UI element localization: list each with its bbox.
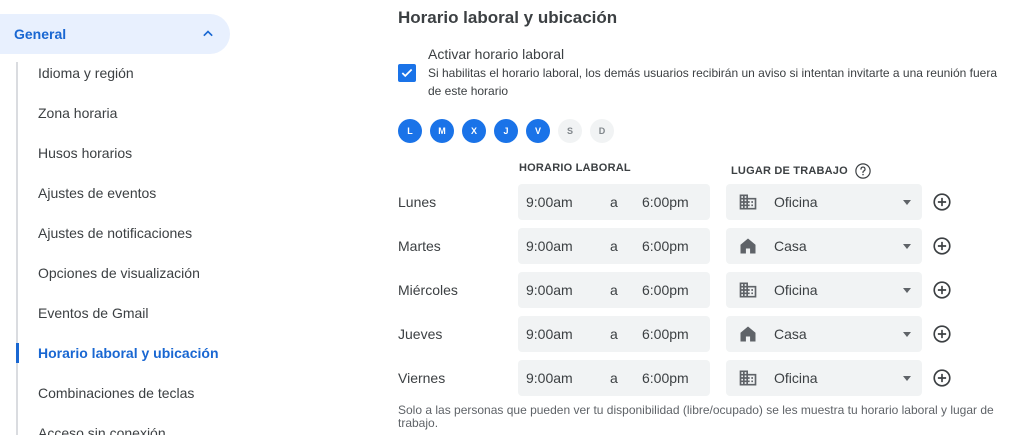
hours-field: 9:00am a 6:00pm: [518, 228, 710, 264]
office-building-icon: [739, 194, 757, 210]
location-select[interactable]: Oficina: [726, 272, 922, 308]
day-toggle-monday[interactable]: L: [398, 119, 422, 143]
sidebar-item-husos-horarios[interactable]: Husos horarios: [16, 133, 230, 173]
place-column-header-label: LUGAR DE TRABAJO: [731, 165, 848, 177]
chevron-up-icon: [203, 30, 213, 37]
dropdown-arrow-icon: [903, 376, 911, 381]
day-toggle-saturday[interactable]: S: [558, 119, 582, 143]
row-day-name: Viernes: [398, 370, 446, 386]
start-time-selector[interactable]: 9:00am: [526, 360, 573, 396]
end-time-selector[interactable]: 6:00pm: [642, 360, 689, 396]
add-location-button[interactable]: [931, 279, 953, 301]
help-icon[interactable]: [854, 162, 872, 180]
row-day-name: Martes: [398, 238, 441, 254]
hours-field: 9:00am a 6:00pm: [518, 360, 710, 396]
row-day-name: Lunes: [398, 194, 437, 210]
start-time-selector[interactable]: 9:00am: [526, 272, 573, 308]
location-select[interactable]: Casa: [726, 228, 922, 264]
location-select[interactable]: Oficina: [726, 184, 922, 220]
start-time-selector[interactable]: 9:00am: [526, 316, 573, 352]
dropdown-arrow-icon: [903, 200, 911, 205]
hours-field: 9:00am a 6:00pm: [518, 272, 710, 308]
time-separator: a: [610, 282, 618, 298]
end-time-selector[interactable]: 6:00pm: [642, 272, 689, 308]
sidebar-item-combinaciones-teclas[interactable]: Combinaciones de teclas: [16, 373, 230, 413]
office-building-icon: [739, 370, 757, 386]
section-title: Horario laboral y ubicación: [398, 8, 618, 27]
sidebar-item-ajustes-eventos[interactable]: Ajustes de eventos: [16, 173, 230, 213]
location-label: Casa: [774, 326, 807, 342]
dropdown-arrow-icon: [903, 244, 911, 249]
schedule-row-friday: Viernes 9:00am a 6:00pm Oficina: [398, 360, 1010, 396]
day-toggle-tuesday[interactable]: M: [430, 119, 454, 143]
location-label: Oficina: [774, 282, 818, 298]
sidebar-item-notificaciones[interactable]: Ajustes de notificaciones: [16, 213, 230, 253]
row-day-name: Miércoles: [398, 282, 458, 298]
enable-working-hours-checkbox[interactable]: [398, 64, 416, 82]
time-separator: a: [610, 194, 618, 210]
time-separator: a: [610, 326, 618, 342]
schedule-row-tuesday: Martes 9:00am a 6:00pm Casa: [398, 228, 1010, 264]
enable-working-hours-label: Activar horario laboral: [428, 46, 565, 62]
end-time-selector[interactable]: 6:00pm: [642, 316, 689, 352]
hours-field: 9:00am a 6:00pm: [518, 184, 710, 220]
sidebar-item-visualizacion[interactable]: Opciones de visualización: [16, 253, 230, 293]
add-location-button[interactable]: [931, 191, 953, 213]
end-time-selector[interactable]: 6:00pm: [642, 228, 689, 264]
add-location-button[interactable]: [931, 235, 953, 257]
check-icon: [401, 68, 413, 78]
location-select[interactable]: Casa: [726, 316, 922, 352]
sidebar-item-gmail[interactable]: Eventos de Gmail: [16, 293, 230, 333]
day-toggle-friday[interactable]: V: [526, 119, 550, 143]
start-time-selector[interactable]: 9:00am: [526, 228, 573, 264]
sidebar-section-label: General: [14, 26, 67, 42]
day-selector: L M X J V S D: [398, 119, 614, 143]
sidebar-item-horario-laboral[interactable]: Horario laboral y ubicación: [16, 333, 230, 373]
schedule-row-thursday: Jueves 9:00am a 6:00pm Casa: [398, 316, 1010, 352]
office-building-icon: [739, 282, 757, 298]
location-label: Oficina: [774, 194, 818, 210]
location-label: Oficina: [774, 370, 818, 386]
home-icon: [740, 326, 756, 342]
day-toggle-thursday[interactable]: J: [494, 119, 518, 143]
sidebar-item-idioma[interactable]: Idioma y región: [16, 53, 230, 93]
sidebar-item-zona-horaria[interactable]: Zona horaria: [16, 93, 230, 133]
row-day-name: Jueves: [398, 326, 443, 342]
enable-working-hours-description: Si habilitas el horario laboral, los dem…: [428, 66, 997, 98]
place-column-header: LUGAR DE TRABAJO: [731, 162, 872, 180]
add-location-button[interactable]: [931, 323, 953, 345]
settings-sidebar: General Idioma y región Zona horaria Hus…: [0, 0, 240, 435]
time-separator: a: [610, 238, 618, 254]
visibility-note: Solo a las personas que pueden ver tu di…: [398, 403, 994, 430]
location-select[interactable]: Oficina: [726, 360, 922, 396]
location-label: Casa: [774, 238, 807, 254]
sidebar-item-acceso-offline[interactable]: Acceso sin conexión: [16, 413, 230, 435]
hours-field: 9:00am a 6:00pm: [518, 316, 710, 352]
hours-column-header: HORARIO LABORAL: [519, 162, 631, 174]
end-time-selector[interactable]: 6:00pm: [642, 184, 689, 220]
start-time-selector[interactable]: 9:00am: [526, 184, 573, 220]
add-location-button[interactable]: [931, 367, 953, 389]
home-icon: [740, 238, 756, 254]
schedule-row-wednesday: Miércoles 9:00am a 6:00pm Oficina: [398, 272, 1010, 308]
day-toggle-sunday[interactable]: D: [590, 119, 614, 143]
sidebar-section-general[interactable]: General: [0, 14, 230, 54]
time-separator: a: [610, 370, 618, 386]
dropdown-arrow-icon: [903, 332, 911, 337]
day-toggle-wednesday[interactable]: X: [462, 119, 486, 143]
working-hours-panel: Horario laboral y ubicación Activar hora…: [398, 0, 1010, 435]
schedule-row-monday: Lunes 9:00am a 6:00pm Oficina: [398, 184, 1010, 220]
dropdown-arrow-icon: [903, 288, 911, 293]
